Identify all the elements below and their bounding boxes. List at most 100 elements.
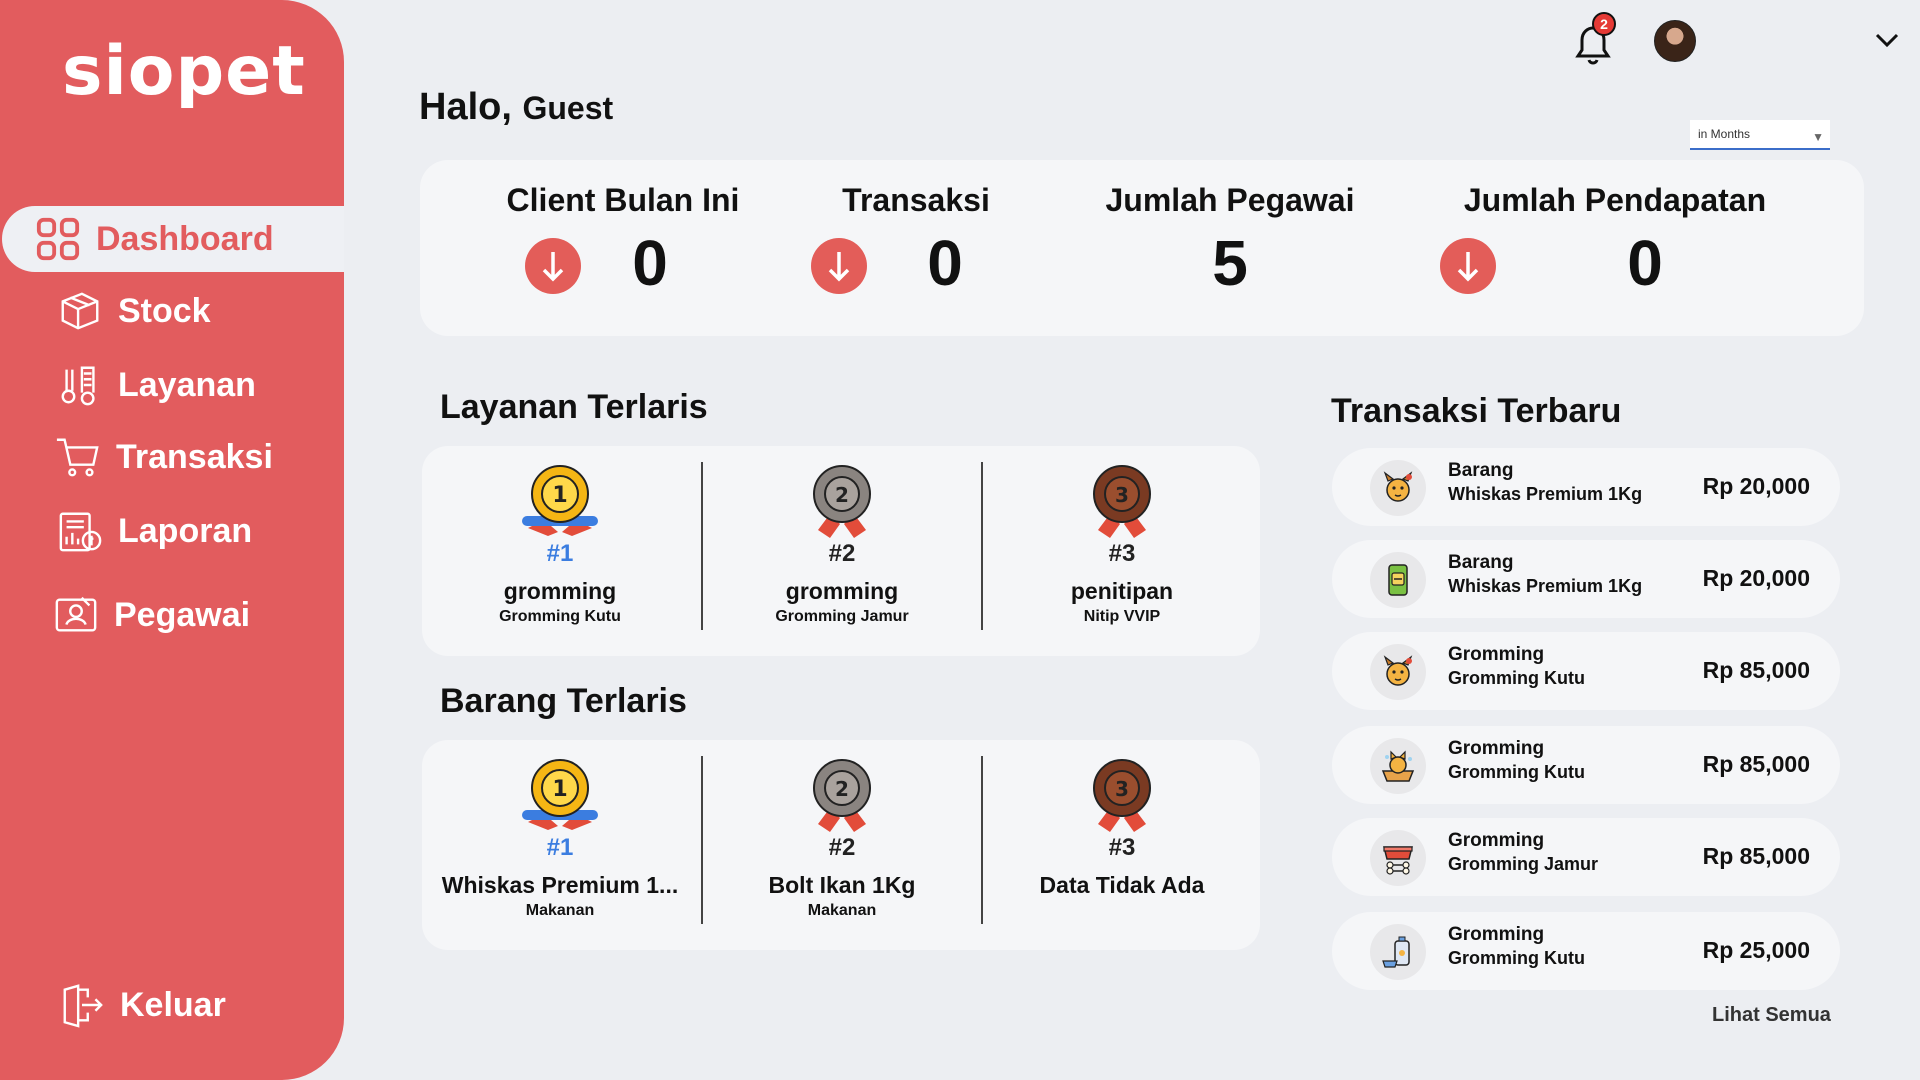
item-name: gromming <box>503 578 617 604</box>
divider <box>701 462 703 630</box>
section-title-layanan: Layanan Terlaris <box>440 388 708 426</box>
employee-icon <box>52 591 100 639</box>
sidebar-item-layanan[interactable]: Layanan <box>0 352 344 418</box>
box-icon <box>56 287 104 335</box>
bowl-bone-icon <box>1370 830 1426 886</box>
sidebar-item-dashboard[interactable]: Dashboard <box>2 206 344 272</box>
section-title-transaksi: Transaksi Terbaru <box>1331 392 1622 430</box>
logout-label: Keluar <box>120 985 226 1024</box>
best-item[interactable]: 1 #1 gromming Gromming Kutu <box>422 446 698 656</box>
sidebar-item-label: Pegawai <box>114 595 251 634</box>
transaction-item[interactable]: Gromming Gromming Kutu Rp 25,000 <box>1332 912 1840 990</box>
sidebar-item-label: Stock <box>118 291 211 330</box>
tx-type: Barang <box>1448 552 1514 573</box>
sidebar-item-transaksi[interactable]: Transaksi <box>0 424 344 490</box>
page-title: Halo, Guest <box>419 86 614 128</box>
stat-label: Transaksi <box>842 182 990 218</box>
divider <box>981 756 983 924</box>
chevron-down-icon[interactable] <box>1874 30 1900 50</box>
dropdown-arrow-icon: ▼ <box>1812 130 1824 144</box>
gold-medal-icon: 1 <box>522 759 598 830</box>
bronze-medal-icon: 3 <box>1093 465 1151 538</box>
see-all-link[interactable]: Lihat Semua <box>1712 1004 1831 1027</box>
item-sub: Gromming Jamur <box>775 608 909 625</box>
trend-down-icon <box>525 238 581 294</box>
rank-label: #2 <box>828 540 856 567</box>
sidebar-item-stock[interactable]: Stock <box>0 278 344 344</box>
barang-terlaris-card: 1 #1 Whiskas Premium 1... Makanan 2 #2 B… <box>422 740 1260 950</box>
rank-label: #1 <box>546 834 574 861</box>
sidebar-item-label: Layanan <box>118 365 256 404</box>
dog-icon <box>1370 644 1426 700</box>
rank-label: #2 <box>828 834 856 861</box>
cat-bath-icon <box>1370 738 1426 794</box>
tx-name: Gromming Jamur <box>1448 854 1599 874</box>
transaction-item[interactable]: Barang Whiskas Premium 1Kg Rp 20,000 <box>1332 540 1840 618</box>
tx-price: Rp 20,000 <box>1702 473 1810 499</box>
tx-type: Gromming <box>1448 924 1545 945</box>
item-sub: Makanan <box>807 902 877 919</box>
trend-down-icon <box>811 238 867 294</box>
stat-label: Jumlah Pendapatan <box>1463 182 1767 218</box>
tx-price: Rp 25,000 <box>1702 937 1810 963</box>
tx-type: Gromming <box>1448 738 1545 759</box>
stat-value: 0 <box>1627 227 1663 299</box>
tx-name: Whiskas Premium 1Kg <box>1448 576 1643 596</box>
transaction-item[interactable]: Barang Whiskas Premium 1Kg Rp 20,000 <box>1332 448 1840 526</box>
transaction-item[interactable]: Gromming Gromming Jamur Rp 85,000 <box>1332 818 1840 896</box>
stat-label: Jumlah Pegawai <box>1105 182 1355 218</box>
logout-icon <box>58 981 106 1029</box>
sidebar-item-pegawai[interactable]: Pegawai <box>0 582 344 648</box>
tx-price: Rp 20,000 <box>1702 565 1810 591</box>
avatar[interactable] <box>1654 20 1696 62</box>
dog-icon <box>1370 460 1426 516</box>
tx-name: Gromming Kutu <box>1448 948 1585 968</box>
tx-name: Gromming Kutu <box>1448 668 1585 688</box>
best-item[interactable]: 3 #3 Data Tidak Ada <box>984 740 1260 950</box>
layanan-terlaris-card: 1 #1 gromming Gromming Kutu 2 #2 grommin… <box>422 446 1260 656</box>
user-name: Guest <box>522 90 614 126</box>
item-name: penitipan <box>1070 578 1174 604</box>
section-title-barang: Barang Terlaris <box>440 682 687 720</box>
tx-type: Gromming <box>1448 830 1545 851</box>
sidebar-item-label: Laporan <box>118 511 253 550</box>
report-icon <box>56 507 104 555</box>
item-name: Bolt Ikan 1Kg <box>768 872 916 898</box>
rank-label: #3 <box>1108 540 1136 567</box>
transaction-item[interactable]: Gromming Gromming Kutu Rp 85,000 <box>1332 632 1840 710</box>
cart-icon <box>54 433 102 481</box>
gold-medal-icon: 1 <box>522 465 598 536</box>
rank-label: #1 <box>546 540 574 567</box>
grooming-icon <box>56 361 104 409</box>
svg-text:3: 3 <box>1115 777 1129 801</box>
logout-button[interactable]: Keluar <box>0 972 344 1038</box>
item-name: Data Tidak Ada <box>1039 872 1205 898</box>
stat-value: 5 <box>1212 227 1248 299</box>
stat-label: Client Bulan Ini <box>506 182 740 218</box>
period-select[interactable]: in Months ▼ <box>1690 120 1830 150</box>
svg-text:3: 3 <box>1115 483 1129 507</box>
pet-food-icon <box>1370 552 1426 608</box>
tx-type: Barang <box>1448 460 1514 481</box>
item-sub: Gromming Kutu <box>499 608 621 625</box>
svg-text:1: 1 <box>552 483 567 508</box>
tx-price: Rp 85,000 <box>1702 843 1810 869</box>
best-item[interactable]: 3 #3 penitipan Nitip VVIP <box>984 446 1260 656</box>
sidebar-item-label: Dashboard <box>96 219 274 258</box>
sidebar-item-laporan[interactable]: Laporan <box>0 498 344 564</box>
divider <box>981 462 983 630</box>
silver-medal-icon: 2 <box>813 465 871 538</box>
svg-text:2: 2 <box>835 483 849 507</box>
best-item[interactable]: 2 #2 Bolt Ikan 1Kg Makanan <box>704 740 980 950</box>
item-sub: Nitip VVIP <box>1083 608 1161 625</box>
trend-down-icon <box>1440 238 1496 294</box>
item-sub: Makanan <box>525 902 595 919</box>
shampoo-icon <box>1370 924 1426 980</box>
item-name: Whiskas Premium 1... <box>441 872 679 898</box>
best-item[interactable]: 1 #1 Whiskas Premium 1... Makanan <box>422 740 698 950</box>
svg-text:2: 2 <box>835 777 849 801</box>
stat-value: 0 <box>632 227 668 299</box>
rank-label: #3 <box>1108 834 1136 861</box>
best-item[interactable]: 2 #2 gromming Gromming Jamur <box>704 446 980 656</box>
transaction-item[interactable]: Gromming Gromming Kutu Rp 85,000 <box>1332 726 1840 804</box>
